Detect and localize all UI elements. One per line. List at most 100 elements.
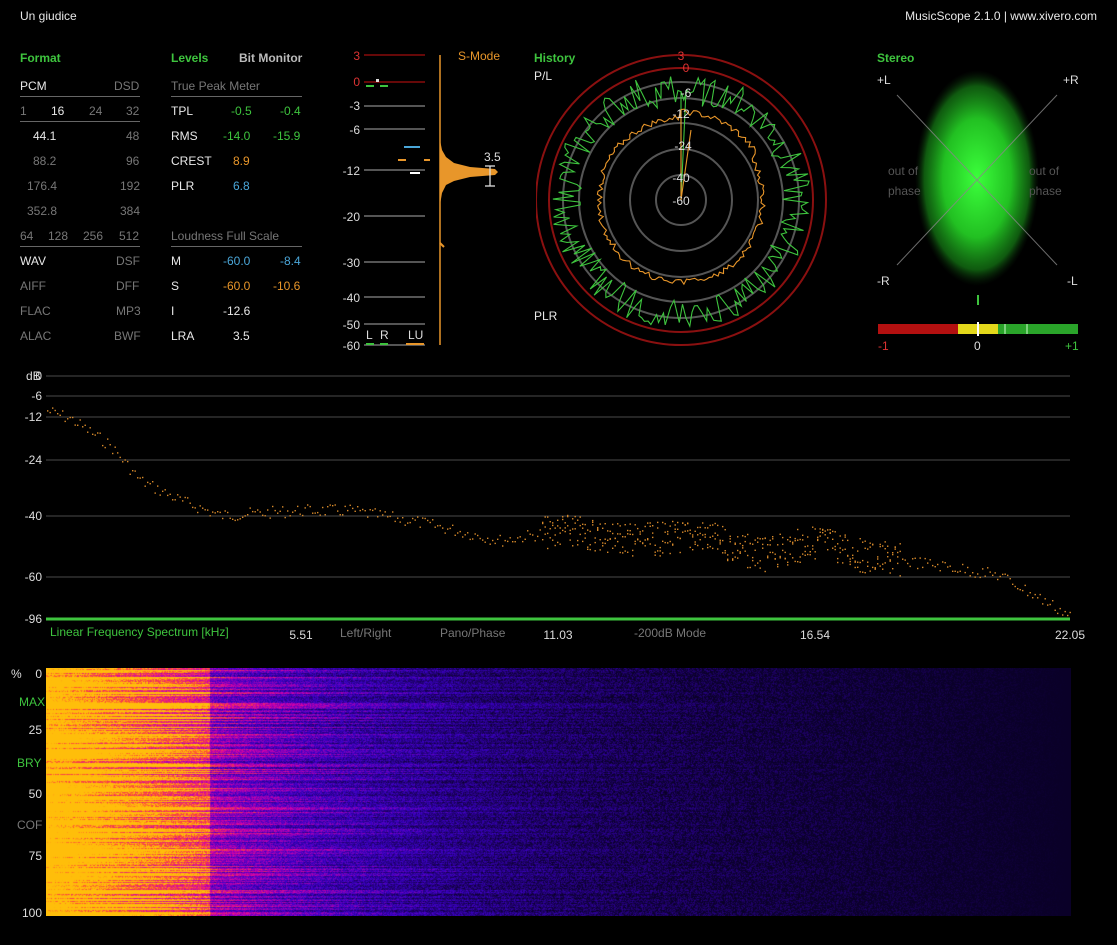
spectrum-point — [567, 525, 569, 527]
scale-m30: -30 — [343, 256, 361, 270]
spectrum-point — [779, 555, 781, 558]
divider — [20, 96, 140, 97]
spectrum-point — [744, 540, 746, 543]
spectrum-point — [582, 527, 584, 529]
spectrum-point — [752, 556, 754, 559]
spectrum-point — [204, 509, 206, 511]
spectrum-point — [347, 509, 349, 512]
lra-value: 3.5 — [233, 329, 250, 343]
spectrum-point — [742, 535, 744, 537]
spectrum-point — [564, 530, 566, 533]
spectrum-point — [402, 517, 404, 519]
spectrum-point — [1042, 603, 1044, 605]
spectrum-point — [634, 540, 636, 543]
app-title[interactable]: MusicScope 2.1.0 | www.xivero.com — [905, 9, 1097, 23]
spectrum-point — [544, 526, 546, 528]
spectrum-point — [394, 520, 396, 523]
stereo-goniometer: +L +R -R -L out of phase out of phase -1… — [877, 70, 1079, 353]
spectrum-point — [694, 530, 696, 532]
spectrum-point — [644, 545, 646, 547]
levels-header[interactable]: Levels — [171, 51, 208, 65]
spectrum-point — [564, 527, 566, 529]
spectrum-point — [944, 562, 946, 564]
crest-value: 8.9 — [233, 154, 250, 168]
spectrum-point — [642, 530, 644, 532]
spectrum-point — [674, 524, 676, 526]
spectrum-point — [309, 505, 311, 508]
ring-m60: -60 — [672, 194, 690, 208]
spectrum-point — [1007, 574, 1009, 577]
spectrum-point — [569, 533, 571, 535]
pano-phase-button[interactable]: Pano/Phase — [440, 626, 505, 640]
scale-m6: -6 — [349, 123, 360, 137]
spectrum-point — [67, 418, 69, 420]
spectrum-point — [627, 551, 629, 553]
spectrum-point — [377, 516, 379, 518]
bit-monitor-tab[interactable]: Bit Monitor — [239, 51, 302, 65]
spectrum-point — [894, 546, 896, 548]
spectrum-point — [289, 515, 291, 517]
spectrum-point — [262, 514, 264, 516]
stereo-header[interactable]: Stereo — [877, 51, 914, 65]
spectrum-point — [732, 558, 734, 560]
spectrum-point — [777, 566, 779, 568]
spectrum-point — [782, 549, 784, 552]
spectrum-point — [1047, 604, 1049, 606]
spectrum-point — [964, 571, 966, 574]
spectrum-point — [767, 555, 769, 557]
spectrum-point — [747, 566, 749, 569]
spectrum-point — [179, 496, 181, 498]
spectrum-point — [699, 526, 701, 529]
spectrum-point — [662, 552, 664, 554]
spectrum-point — [744, 550, 746, 552]
s-mode-button[interactable]: S-Mode — [458, 49, 500, 63]
spectrum-point — [1054, 609, 1056, 611]
i-label: I — [171, 304, 175, 318]
spectrum-point — [889, 559, 891, 561]
spectrum-point — [669, 525, 671, 527]
spectrum-point — [259, 511, 261, 513]
spectrum-point — [729, 541, 731, 543]
spectrum-point — [779, 533, 781, 535]
spectrum-point — [292, 511, 294, 513]
minus-200db-mode-button[interactable]: -200dB Mode — [634, 626, 706, 640]
spectrum-point — [622, 536, 624, 538]
spectrum-point — [499, 534, 501, 537]
spectrum-point — [367, 516, 369, 518]
spectrum-point — [992, 574, 994, 576]
spectrum-point — [872, 543, 874, 545]
spectrum-point — [612, 523, 614, 526]
spectrum-point — [724, 529, 726, 531]
spectrum-point — [192, 506, 194, 509]
spectrum-point — [554, 544, 556, 547]
spectrum-point — [769, 551, 771, 554]
spectrum-point — [862, 559, 864, 562]
tpl-left: -0.5 — [231, 104, 252, 118]
spectrum-point — [492, 539, 494, 542]
spectrum-point — [152, 481, 154, 483]
spectrum-point — [319, 514, 321, 516]
spectrum-point — [522, 540, 524, 543]
spectrum-point — [957, 571, 959, 573]
spectrum-point — [547, 516, 549, 518]
spectrum-point — [847, 555, 849, 557]
spectrum-point — [1057, 612, 1059, 615]
bit-32: 32 — [126, 104, 140, 118]
spectrum-point — [199, 505, 201, 507]
left-right-button[interactable]: Left/Right — [340, 626, 391, 640]
spectrum-point — [507, 540, 509, 543]
spectrum-point — [112, 452, 114, 455]
dsd-512: 512 — [119, 229, 140, 243]
spectrum-point — [362, 508, 364, 511]
spectrum-point — [664, 531, 666, 533]
spectrum-point — [52, 407, 54, 409]
spectrum-point — [157, 485, 159, 487]
spectrum-point — [109, 444, 111, 446]
spectrum-point — [767, 544, 769, 546]
s-max: -10.6 — [273, 279, 301, 293]
spectrum-point — [622, 552, 624, 554]
spectrum-point — [324, 514, 326, 516]
spectrum-point — [612, 532, 614, 535]
spectrum-point — [637, 539, 639, 541]
spectrum-point — [584, 523, 586, 526]
